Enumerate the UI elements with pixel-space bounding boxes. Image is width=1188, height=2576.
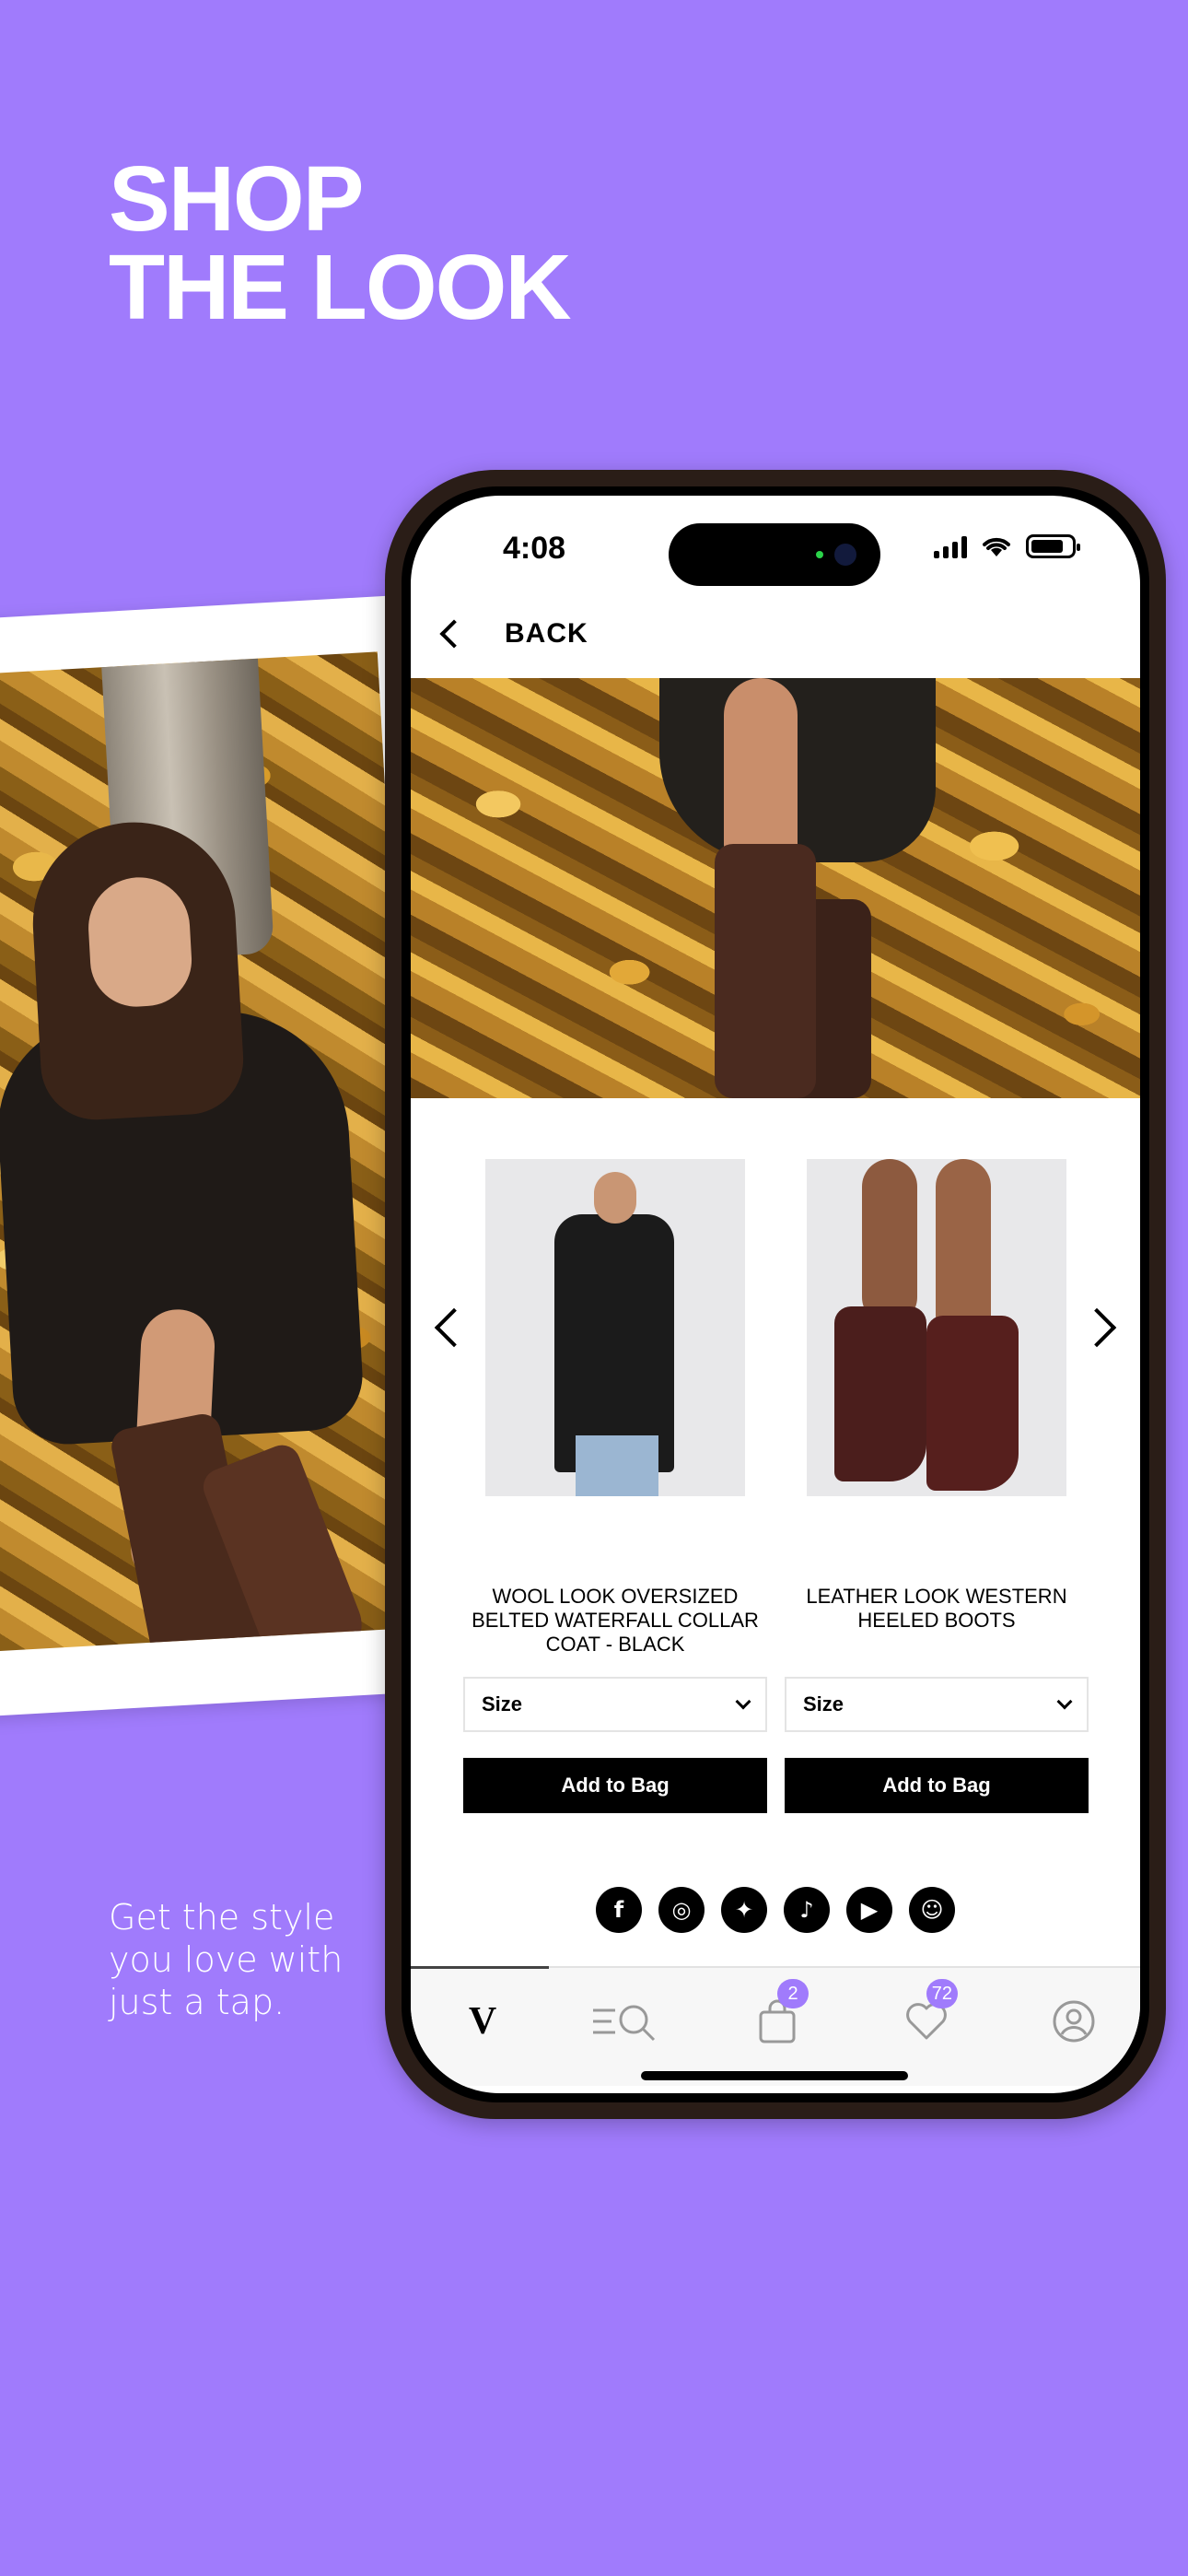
brand-logo-icon: V <box>468 2000 497 2043</box>
instagram-icon[interactable]: ◎ <box>658 1887 705 1933</box>
dynamic-island <box>669 523 880 586</box>
tiktok-icon[interactable]: ♪ <box>784 1887 830 1933</box>
promo-headline: SHOP THE LOOK <box>109 147 572 339</box>
product-image[interactable] <box>807 1159 1066 1496</box>
product-name[interactable]: LEATHER LOOK WESTERN HEELED BOOTS <box>785 1585 1089 1677</box>
tab-home[interactable]: V <box>446 1985 519 2058</box>
snapchat-icon[interactable]: ☺ <box>909 1887 955 1933</box>
product-card: LEATHER LOOK WESTERN HEELED BOOTS Size A… <box>785 1159 1089 1813</box>
home-indicator <box>641 2071 908 2080</box>
back-chevron-icon[interactable] <box>439 619 469 649</box>
wifi-icon <box>983 537 1010 556</box>
autumn-model-photo <box>0 651 432 1652</box>
promo-tagline: Get the style you love with just a tap. <box>109 1897 344 2022</box>
tab-bag[interactable]: 2 <box>740 1979 814 2058</box>
top-nav[interactable]: BACK <box>411 597 1140 671</box>
look-hero-video[interactable] <box>411 678 1140 1098</box>
add-to-bag-button[interactable]: Add to Bag <box>785 1758 1089 1813</box>
promo-headline-line2: THE LOOK <box>109 236 572 339</box>
add-to-bag-button[interactable]: Add to Bag <box>463 1758 767 1813</box>
promo-headline-line1: SHOP <box>109 147 364 251</box>
tab-search[interactable] <box>591 1985 665 2058</box>
product-name[interactable]: WOOL LOOK OVERSIZED BELTED WATERFALL COL… <box>463 1585 767 1677</box>
chevron-down-icon <box>735 1693 751 1710</box>
user-icon <box>1053 2000 1095 2043</box>
tab-account[interactable] <box>1037 1985 1111 2058</box>
battery-icon <box>1026 534 1080 558</box>
twitter-icon[interactable]: ✦ <box>721 1887 767 1933</box>
bottom-tab-bar: V 2 72 <box>411 1966 1140 2086</box>
product-image[interactable] <box>485 1159 745 1496</box>
social-links: f ◎ ✦ ♪ ▶ ☺ <box>411 1887 1140 1933</box>
wishlist-count-badge: 72 <box>926 1979 958 2008</box>
chevron-down-icon <box>1056 1693 1073 1710</box>
size-select-label: Size <box>803 1692 844 1715</box>
back-button[interactable]: BACK <box>505 618 588 650</box>
product-card: WOOL LOOK OVERSIZED BELTED WATERFALL COL… <box>463 1159 767 1813</box>
size-select[interactable]: Size <box>463 1677 767 1732</box>
app-screen: 4:08 BACK WOOL LOOK OVERSIZED BELTED WAT… <box>411 496 1140 2093</box>
menu-search-icon <box>593 2005 656 2042</box>
signal-icon <box>934 536 967 558</box>
status-bar: 4:08 <box>411 496 1140 597</box>
status-time: 4:08 <box>503 531 566 566</box>
size-select-label: Size <box>482 1692 523 1715</box>
phone-frame: 4:08 BACK WOOL LOOK OVERSIZED BELTED WAT… <box>385 470 1166 2119</box>
product-carousel: WOOL LOOK OVERSIZED BELTED WATERFALL COL… <box>411 1159 1140 1813</box>
youtube-icon[interactable]: ▶ <box>846 1887 892 1933</box>
tab-wishlist[interactable]: 72 <box>890 1979 963 2058</box>
bag-count-badge: 2 <box>777 1979 809 2008</box>
facebook-icon[interactable]: f <box>596 1887 642 1933</box>
size-select[interactable]: Size <box>785 1677 1089 1732</box>
